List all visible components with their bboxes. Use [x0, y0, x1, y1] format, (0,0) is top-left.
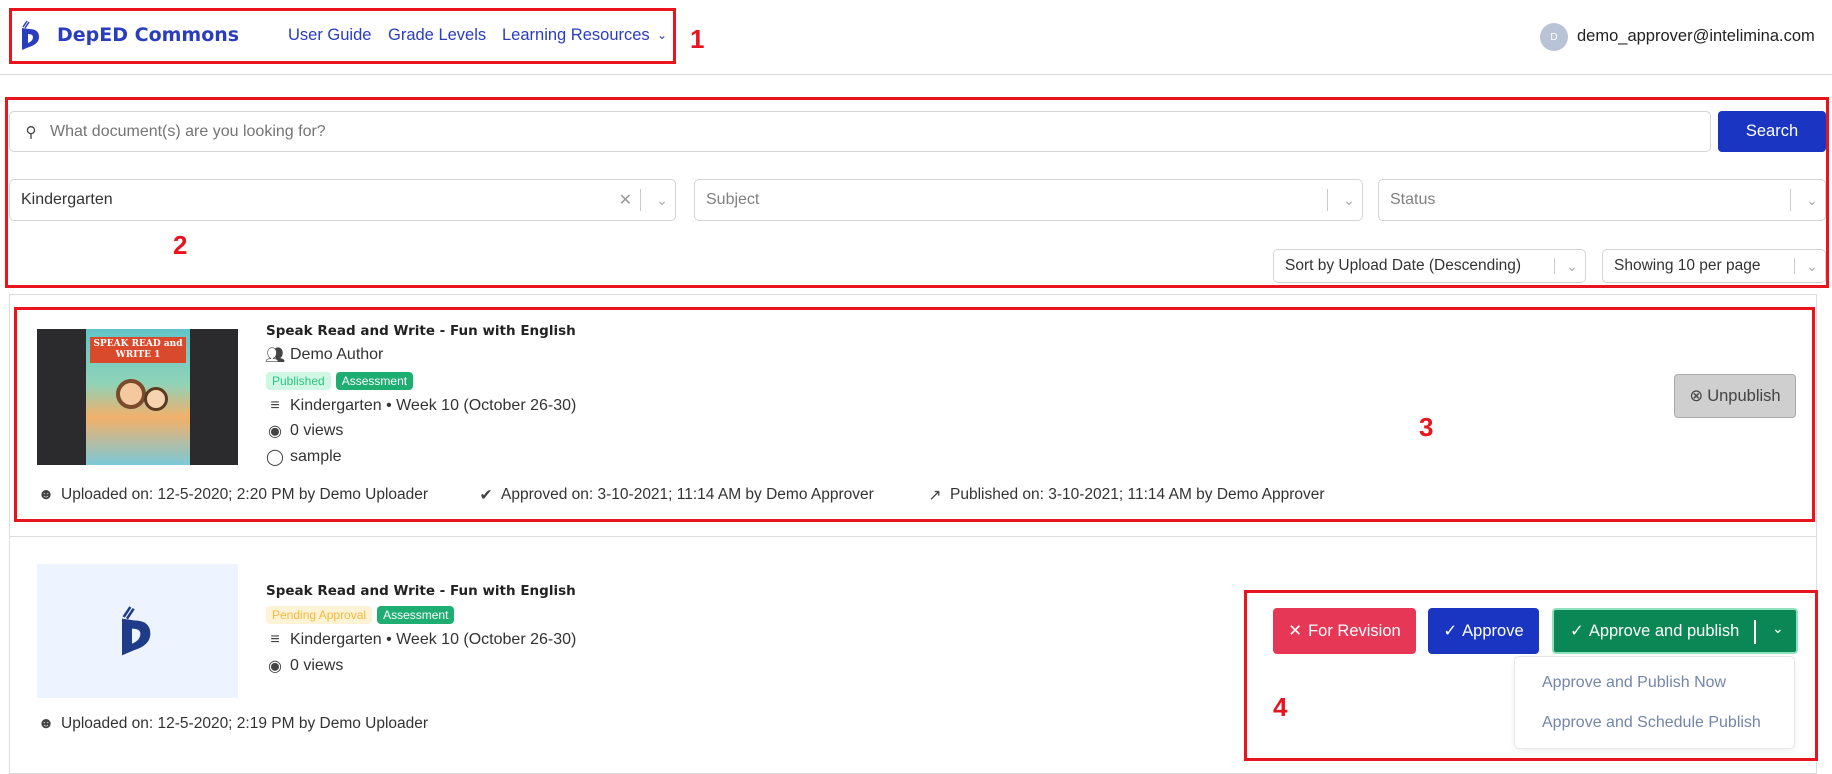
divider: [9, 536, 1817, 537]
type-badge: Assessment: [377, 606, 455, 624]
layers-icon: ≡: [270, 631, 280, 648]
status-badge: Pending Approval: [266, 606, 373, 624]
item-grade: ≡ Kindergarten • Week 10 (October 26-30): [266, 631, 576, 649]
annotation-box-2: [5, 97, 1829, 288]
annotation-box-4: [1244, 590, 1818, 761]
item-title[interactable]: Speak Read and Write - Fun with English: [266, 583, 576, 599]
annotation-label-3: 3: [1419, 412, 1434, 442]
annotation-box-1: [9, 8, 676, 64]
cover-thumbnail[interactable]: [37, 564, 238, 698]
item-views: ◉ 0 views: [266, 657, 343, 675]
annotation-label-2: 2: [173, 230, 188, 260]
annotation-box-3: [14, 307, 1815, 522]
annotation-label-4: 4: [1273, 692, 1288, 722]
views-count: 0 views: [290, 657, 344, 674]
grade-week: Kindergarten • Week 10 (October 26-30): [290, 631, 577, 648]
annotation-label-1: 1: [690, 24, 705, 54]
uploaded-text: Uploaded on: 12-5-2020; 2:19 PM by Demo …: [61, 715, 429, 732]
eye-icon: ◉: [268, 658, 282, 675]
user-icon: ☻: [37, 715, 55, 732]
uploaded-info: ☻ Uploaded on: 12-5-2020; 2:19 PM by Demo…: [37, 715, 428, 733]
user-email[interactable]: demo_approver@intelimina.com: [1577, 27, 1815, 46]
item-badges: Pending Approval Assessment: [266, 606, 459, 624]
avatar[interactable]: D: [1540, 23, 1568, 51]
deped-logo-icon: [122, 606, 151, 656]
